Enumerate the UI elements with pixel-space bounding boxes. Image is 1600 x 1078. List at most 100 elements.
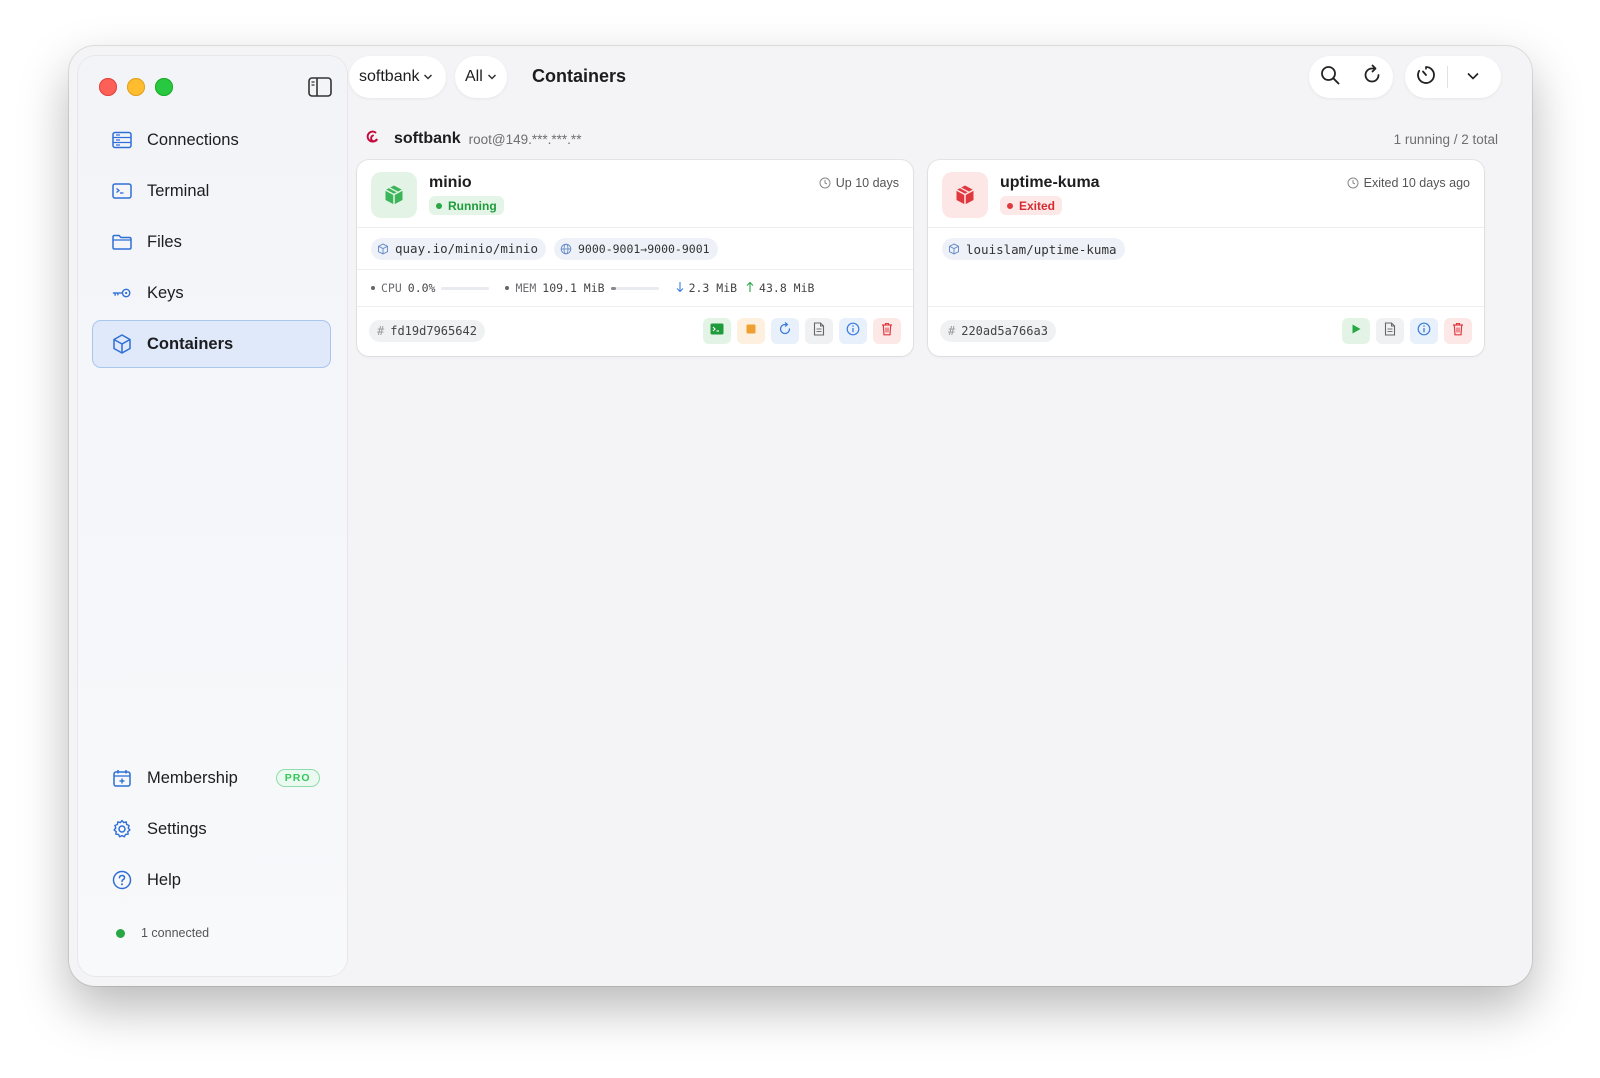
refresh-icon (1361, 64, 1383, 91)
sidebar-item-label: Containers (147, 334, 234, 353)
gear-icon (111, 818, 133, 840)
debian-logo-icon (366, 129, 380, 150)
container-id: 220ad5a766a3 (961, 324, 1048, 338)
sidebar-item-label: Membership (147, 768, 238, 787)
trash-icon (881, 322, 893, 341)
resource-stats: CPU 0.0% MEM 109.1 MiB 2.3 MiB 43.8 MiB (357, 270, 913, 307)
mem-label: MEM (515, 281, 537, 295)
container-card-minio[interactable]: minio Running Up 10 days quay.io/minio/m… (357, 160, 913, 356)
info-icon (846, 322, 860, 341)
play-icon (1350, 322, 1362, 340)
container-uptime: Exited 10 days ago (1347, 176, 1470, 190)
net-down: 2.3 MiB (675, 281, 737, 296)
terminal-icon (111, 180, 133, 202)
sidebar-item-label: Connections (147, 130, 239, 149)
delete-button[interactable] (873, 318, 901, 344)
logs-button[interactable] (1376, 318, 1404, 344)
sidebar-item-label: Help (147, 870, 181, 889)
start-button[interactable] (1342, 318, 1370, 344)
restart-button[interactable] (771, 318, 799, 344)
clock-icon (1347, 177, 1359, 189)
card-header: uptime-kuma Exited Exited 10 days ago (928, 160, 1484, 228)
status-text: Exited (1019, 198, 1056, 213)
image-name: quay.io/minio/minio (395, 241, 538, 256)
ports-chip[interactable]: 9000-9001→9000-9001 (554, 237, 718, 260)
cpu-value: 0.0% (407, 281, 436, 295)
sidebar-item-keys[interactable]: Keys (92, 269, 331, 317)
net-down-value: 2.3 MiB (688, 281, 738, 295)
sidebar-item-settings[interactable]: Settings (92, 805, 331, 853)
cpu-label: CPU (381, 281, 402, 295)
status-badge: Running (429, 196, 504, 215)
container-card-uptime-kuma[interactable]: uptime-kuma Exited Exited 10 days ago lo… (928, 160, 1484, 356)
stop-button[interactable] (737, 318, 765, 344)
server-icon (111, 129, 133, 151)
inspect-button[interactable] (839, 318, 867, 344)
uptime-text: Exited 10 days ago (1363, 176, 1470, 190)
image-name: louislam/uptime-kuma (966, 241, 1117, 257)
container-name: uptime-kuma (1000, 174, 1100, 191)
card-actions (1342, 318, 1472, 344)
card-footer: # fd19d7965642 (357, 307, 913, 355)
net-up: 43.8 MiB (745, 281, 814, 296)
document-icon (813, 321, 825, 341)
auto-refresh-menu-button[interactable] (1448, 56, 1498, 98)
chevron-down-icon (1466, 68, 1480, 86)
sidebar-item-terminal[interactable]: Terminal (92, 167, 331, 215)
help-icon (111, 869, 133, 891)
card-header: minio Running Up 10 days (357, 160, 913, 228)
filter-selector[interactable]: All (455, 56, 507, 98)
sidebar-item-connections[interactable]: Connections (92, 116, 331, 164)
card-actions (703, 318, 901, 344)
sidebar-item-membership[interactable]: Membership PRO (92, 754, 331, 802)
arrow-up-icon (745, 281, 755, 296)
cube-icon (111, 333, 133, 355)
cpu-bullet (371, 286, 375, 290)
search-button[interactable] (1309, 56, 1351, 98)
terminal-button[interactable] (703, 318, 731, 344)
image-chip[interactable]: louislam/uptime-kuma (942, 238, 1125, 260)
container-id-chip[interactable]: # fd19d7965642 (369, 320, 485, 342)
logs-button[interactable] (805, 318, 833, 344)
connection-status-text: 1 connected (141, 926, 210, 940)
sidebar-item-label: Terminal (147, 181, 210, 200)
refresh-button[interactable] (1351, 56, 1393, 98)
host-header: softbank root@149.***.***.** 1 running /… (366, 129, 1498, 149)
status-dot (1007, 202, 1013, 209)
card-chips: quay.io/minio/minio 9000-9001→9000-9001 (357, 228, 913, 270)
sidebar-item-files[interactable]: Files (92, 218, 331, 266)
close-window-button[interactable] (99, 78, 117, 96)
mem-bullet (505, 286, 510, 290)
auto-refresh-button[interactable] (1405, 56, 1447, 98)
chevron-down-icon (487, 73, 497, 81)
sidebar-item-label: Files (147, 232, 182, 251)
minimize-window-button[interactable] (127, 78, 145, 96)
sidebar-bottom-nav: Membership PRO Settings Help (92, 754, 331, 907)
zoom-window-button[interactable] (155, 78, 173, 96)
container-cube-icon (371, 172, 417, 218)
image-chip[interactable]: quay.io/minio/minio (371, 237, 546, 260)
app-window: Connections Terminal Files Keys Containe… (69, 46, 1532, 986)
membership-icon (111, 767, 133, 789)
folder-icon (111, 231, 133, 253)
status-badge: Exited (1000, 196, 1063, 215)
card-footer: # 220ad5a766a3 (928, 307, 1484, 355)
inspect-button[interactable] (1410, 318, 1438, 344)
container-cube-icon (942, 172, 988, 218)
container-id-chip[interactable]: # 220ad5a766a3 (940, 320, 1056, 342)
sidebar-toggle-icon[interactable] (307, 76, 333, 98)
host-selector-label: softbank (359, 68, 420, 85)
host-name: softbank (394, 130, 461, 147)
restart-icon (778, 321, 792, 341)
container-name: minio (429, 174, 472, 191)
delete-button[interactable] (1444, 318, 1472, 344)
sidebar-item-help[interactable]: Help (92, 856, 331, 904)
terminal-icon (710, 322, 724, 340)
hash-icon: # (377, 324, 385, 338)
stop-icon (745, 322, 757, 340)
host-selector[interactable]: softbank (349, 56, 446, 98)
sidebar-item-containers[interactable]: Containers (92, 320, 331, 368)
mem-bar (610, 286, 659, 290)
cpu-bar (441, 286, 490, 290)
filter-selector-label: All (465, 68, 483, 85)
